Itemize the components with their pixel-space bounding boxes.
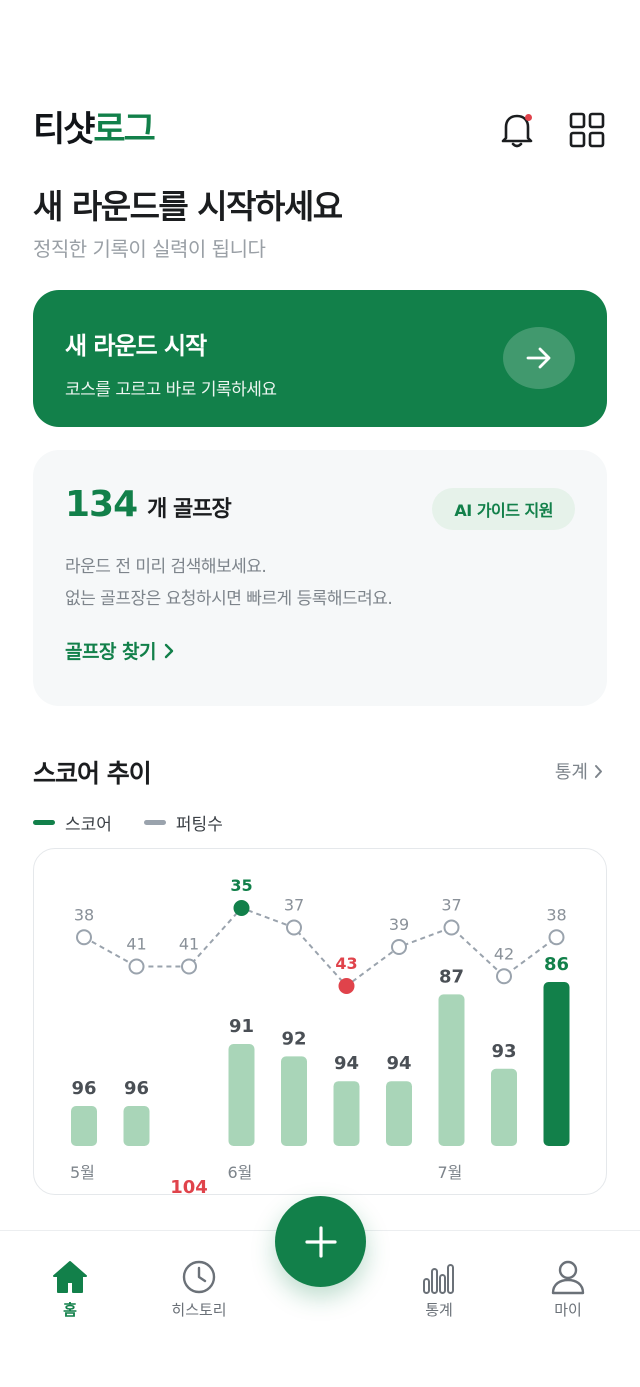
nav-item-history[interactable]: 히스토리 [154, 1259, 244, 1320]
score-bar-label: 94 [334, 1053, 359, 1074]
bar-chart-icon [423, 1264, 454, 1294]
score-bar [543, 982, 570, 1146]
grid-icon [569, 112, 605, 148]
x-axis-month-label: 7월 [438, 1163, 463, 1182]
nav-item-my[interactable]: 마이 [523, 1259, 613, 1320]
legend-swatch-score [33, 820, 55, 825]
ai-guide-badge: AI 가이드 지원 [432, 488, 575, 530]
app-header: 티샷로그 [33, 100, 607, 160]
home-icon [53, 1261, 87, 1293]
x-axis-month-label: 5월 [70, 1163, 95, 1182]
score-bar-label: 93 [491, 1041, 516, 1062]
stats-link-label: 통계 [554, 762, 588, 783]
chevron-right-icon [164, 643, 174, 658]
notification-button[interactable] [497, 110, 537, 150]
putts-label: 43 [335, 954, 357, 973]
score-bar [281, 1056, 307, 1146]
legend-item-putts: 퍼팅수 [143, 810, 223, 835]
find-course-link[interactable]: 골프장 찾기 [65, 637, 575, 664]
putts-point [443, 919, 460, 936]
putts-label: 39 [389, 915, 409, 934]
putts-point [548, 929, 565, 946]
x-axis-month-label: 6월 [228, 1163, 253, 1182]
notification-dot [525, 114, 532, 121]
score-chart-card: 96 96 104 91 92 94 94 87 93 86 38 41 41 35 37 43 39 37 42 3… [33, 848, 607, 1196]
add-round-fab[interactable] [275, 1196, 366, 1287]
score-bar-label: 87 [439, 966, 464, 987]
find-course-label: 골프장 찾기 [65, 641, 157, 663]
nav-label-home: 홈 [63, 1301, 77, 1319]
putts-label: 41 [126, 935, 146, 954]
score-bar-label: 92 [281, 1028, 306, 1049]
course-description-line: 없는 골프장은 요청하시면 빠르게 등록해드려요. [65, 589, 393, 609]
score-chart: 96 96 104 91 92 94 94 87 93 86 38 41 41 35 37 43 39 37 42 3… [70, 876, 570, 1196]
logo-text-accent: 로그 [93, 109, 155, 150]
score-bar [71, 1106, 97, 1146]
nav-item-stats[interactable]: 통계 [394, 1259, 484, 1320]
score-bar-label: 96 [71, 1078, 96, 1099]
course-count-number: 134 [65, 484, 138, 525]
score-trend-title: 스코어 추이 [33, 759, 152, 788]
score-bar-label: 96 [124, 1078, 149, 1099]
legend-item-score: 스코어 [33, 810, 112, 835]
plus-icon [304, 1225, 337, 1258]
putts-label: 41 [179, 935, 199, 954]
score-bar-label: 86 [544, 954, 569, 975]
putts-label: 38 [546, 905, 566, 924]
page-title: 새 라운드를 시작하세요 [33, 187, 343, 226]
start-round-arrow-button[interactable] [503, 327, 575, 389]
app-logo[interactable]: 티샷로그 [33, 109, 156, 150]
score-bar-label: 91 [229, 1016, 254, 1037]
logo-text-primary: 티샷 [33, 109, 95, 150]
score-bar-label: 94 [386, 1053, 411, 1074]
putts-point [286, 919, 302, 936]
score-bar [123, 1106, 150, 1146]
putts-label: 37 [284, 896, 304, 915]
putts-point [76, 929, 92, 946]
putts-label: 38 [74, 905, 94, 924]
course-count-unit: 개 골프장 [147, 497, 232, 522]
course-description: 라운드 전 미리 검색해보세요. 없는 골프장은 요청하시면 빠르게 등록해드려… [65, 551, 575, 615]
legend-swatch-putts [143, 820, 166, 825]
putts-line [83, 906, 558, 988]
putts-point [338, 978, 355, 994]
putts-point [128, 958, 145, 975]
start-round-title: 새 라운드 시작 [65, 332, 207, 360]
start-round-subtitle: 코스를 고르고 바로 기록하세요 [65, 380, 277, 400]
chart-legend: 스코어 퍼팅수 [33, 810, 223, 835]
course-description-line: 라운드 전 미리 검색해보세요. [65, 557, 267, 577]
arrow-right-icon [526, 347, 551, 369]
clock-icon [182, 1260, 216, 1294]
nav-label-stats: 통계 [425, 1301, 453, 1319]
legend-label-putts: 퍼팅수 [175, 815, 223, 835]
stats-link[interactable]: 통계 [555, 758, 603, 784]
putts-point [391, 939, 407, 955]
score-bar [491, 1068, 517, 1146]
putts-point [181, 958, 197, 975]
putts-point [496, 968, 512, 985]
nav-item-home[interactable]: 홈 [25, 1259, 115, 1320]
score-bar [333, 1081, 360, 1146]
user-icon [551, 1260, 585, 1295]
score-bar [386, 1081, 412, 1146]
nav-label-my: 마이 [554, 1301, 582, 1319]
putts-point [233, 900, 250, 916]
start-round-card[interactable]: 새 라운드 시작 코스를 고르고 바로 기록하세요 [33, 290, 607, 427]
page-subtitle: 정직한 기록이 실력이 됩니다 [33, 237, 266, 261]
course-info-card: 134 개 골프장 AI 가이드 지원 라운드 전 미리 검색해보세요. 없는 … [33, 450, 607, 706]
menu-button[interactable] [567, 110, 607, 150]
score-bar [438, 994, 465, 1146]
chevron-right-icon [595, 764, 602, 778]
legend-label-score: 스코어 [65, 815, 112, 835]
putts-label: 35 [230, 876, 252, 895]
putts-label: 37 [441, 896, 461, 915]
nav-label-history: 히스토리 [171, 1301, 227, 1319]
score-bar-label: 104 [170, 1177, 208, 1196]
putts-label: 42 [494, 944, 514, 963]
score-bar [228, 1044, 255, 1146]
